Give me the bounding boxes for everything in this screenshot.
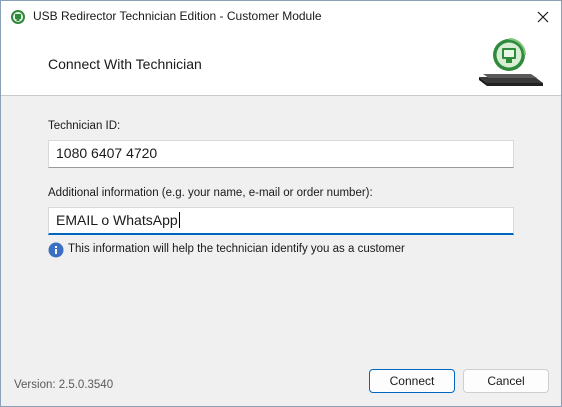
window-title: USB Redirector Technician Edition - Cust…: [33, 9, 322, 23]
usb-device-icon: [479, 38, 543, 86]
customer-module-window: USB Redirector Technician Edition - Cust…: [0, 0, 562, 407]
close-button[interactable]: [525, 1, 561, 32]
close-icon: [537, 11, 549, 22]
info-icon: [48, 242, 64, 258]
technician-id-value: 1080 6407 4720: [56, 145, 158, 161]
technician-id-field[interactable]: 1080 6407 4720: [48, 140, 514, 168]
additional-info-label: Additional information (e.g. your name, …: [48, 187, 373, 199]
header-band: Connect With Technician: [1, 32, 561, 96]
technician-id-label: Technician ID:: [48, 120, 121, 132]
cancel-button[interactable]: Cancel: [463, 369, 549, 393]
additional-info-value: EMAIL o WhatsApp: [56, 212, 178, 228]
title-bar: USB Redirector Technician Edition - Cust…: [1, 1, 561, 32]
additional-info-field[interactable]: EMAIL o WhatsApp: [48, 207, 514, 235]
version-label: Version: 2.5.0.3540: [14, 379, 114, 391]
page-title: Connect With Technician: [48, 56, 202, 72]
hint-text: This information will help the technicia…: [68, 243, 405, 255]
connect-button[interactable]: Connect: [369, 369, 455, 393]
app-icon: [11, 10, 25, 24]
text-caret: [178, 212, 180, 228]
